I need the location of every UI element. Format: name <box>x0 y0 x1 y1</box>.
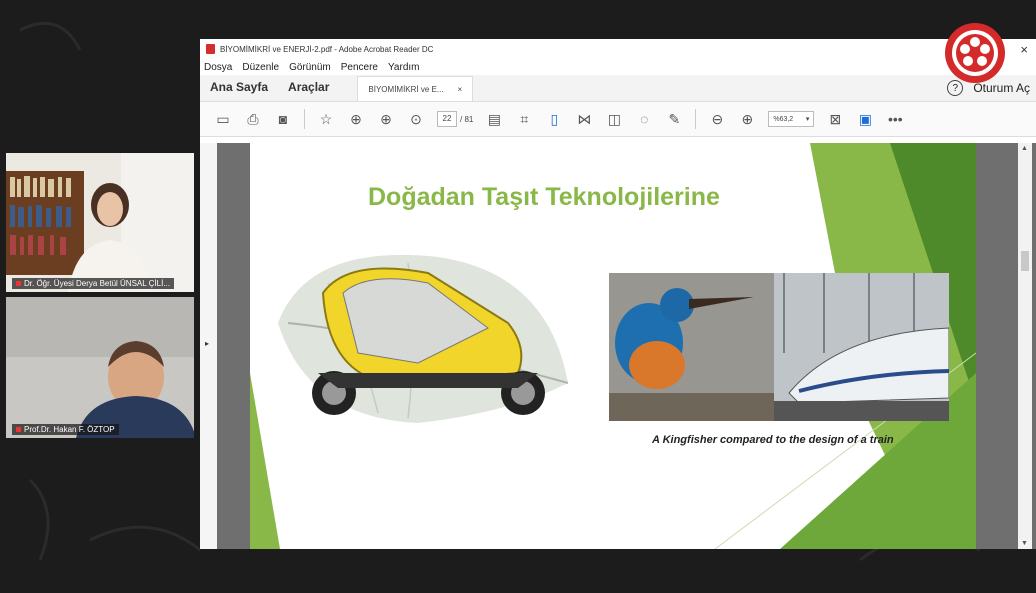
zoom-value: %63,2 <box>773 115 794 123</box>
kingfisher-train-image <box>609 273 949 421</box>
close-tab-icon[interactable]: × <box>458 85 463 94</box>
menu-item-dosya[interactable]: Dosya <box>204 62 232 73</box>
participant-video <box>6 153 194 292</box>
tab-tools[interactable]: Araçlar <box>278 80 339 101</box>
leaf-vehicle-image <box>278 254 569 423</box>
zoom-out-icon[interactable]: ⊖ <box>708 110 726 128</box>
document-area: ▸ Doğadan Taşıt Teknolojilerine A Kingfi… <box>200 143 1036 549</box>
pen-icon[interactable]: ✎ <box>665 110 683 128</box>
tab-document[interactable]: BİYOMİMİKRİ ve E... × <box>357 76 474 101</box>
spread-icon[interactable]: ◫ <box>605 110 623 128</box>
menu-item-duzenle[interactable]: Düzenle <box>242 62 279 73</box>
chevron-down-icon: ▾ <box>805 116 810 123</box>
toolbar: ▭ ⎙ ◙ ☆ ⊕ ⊕ ⊙ 22 / 81 ▤ ⌗ ▯ ⋈ ◫ ◌ ✎ ⊖ ⊕ … <box>200 102 1036 137</box>
page-blue-icon[interactable]: ▯ <box>545 110 563 128</box>
page-number-input[interactable]: 22 <box>437 111 457 127</box>
slide-title: Doğadan Taşıt Teknolojilerine <box>368 183 720 211</box>
acrobat-window: BİYOMİMİKRİ ve ENERJİ-2.pdf - Adobe Acro… <box>200 39 1036 549</box>
participant-name-label: Prof.Dr. Hakan F. ÖZTOP <box>12 424 119 435</box>
window-title: BİYOMİMİKRİ ve ENERJİ-2.pdf - Adobe Acro… <box>220 44 434 54</box>
menu-item-yardim[interactable]: Yardım <box>388 62 420 73</box>
pdf-icon <box>206 44 215 54</box>
participant-video <box>6 297 194 438</box>
menu-item-pencere[interactable]: Pencere <box>341 62 378 73</box>
left-panel-toggle[interactable]: ▸ <box>200 143 217 549</box>
zoom-select[interactable]: %63,2 ▾ <box>768 111 815 127</box>
slide-page: Doğadan Taşıt Teknolojilerine A Kingfish… <box>250 143 976 549</box>
crop-icon[interactable]: ⌗ <box>515 110 533 128</box>
scroll-up-icon[interactable]: ▲ <box>1021 145 1028 152</box>
toolbar-divider <box>304 109 305 129</box>
video-tile-participant-2[interactable]: Prof.Dr. Hakan F. ÖZTOP <box>6 297 194 438</box>
menu-item-gorunum[interactable]: Görünüm <box>289 62 331 73</box>
toolbar-divider <box>695 109 697 129</box>
zoom-in-icon[interactable]: ⊕ <box>738 110 756 128</box>
page-total: / 81 <box>460 114 474 124</box>
image-caption: A Kingfisher compared to the design of a… <box>652 434 894 446</box>
video-tile-participant-1[interactable]: Dr. Öğr. Üyesi Derya Betül ÜNSAL ÇİLİ... <box>6 153 194 292</box>
window-close-icon[interactable]: × <box>1020 42 1028 57</box>
document-tab-label: BİYOMİMİKRİ ve E... <box>368 84 444 94</box>
create-icon[interactable]: ▭ <box>214 110 232 128</box>
tab-home[interactable]: Ana Sayfa <box>200 80 278 101</box>
more-icon[interactable]: ••• <box>886 110 904 128</box>
comment-icon[interactable]: ◌ <box>635 110 653 128</box>
menu-bar: Dosya Düzenle Görünüm Pencere Yardım <box>200 59 1036 75</box>
fit-page-icon[interactable]: ⊠ <box>826 110 844 128</box>
cursor-icon[interactable]: ⊙ <box>407 110 425 128</box>
tab-bar: Ana Sayfa Araçlar BİYOMİMİKRİ ve E... × … <box>200 75 1036 102</box>
screenshot-icon[interactable]: ◙ <box>274 110 292 128</box>
share-icon[interactable]: ▣ <box>856 110 874 128</box>
expand-panel-icon: ▸ <box>205 339 210 348</box>
next-page-icon[interactable]: ⊕ <box>377 110 395 128</box>
print-icon[interactable]: ⎙ <box>244 110 262 128</box>
page-navigator: 22 / 81 <box>437 111 473 127</box>
compress-icon[interactable]: ⋈ <box>575 110 593 128</box>
scroll-down-icon[interactable]: ▼ <box>1021 540 1028 547</box>
university-seal-logo <box>945 23 1005 83</box>
document-icon[interactable]: ▤ <box>485 110 503 128</box>
star-icon[interactable]: ☆ <box>317 110 335 128</box>
scroll-thumb[interactable] <box>1021 251 1029 271</box>
participant-name-label: Dr. Öğr. Üyesi Derya Betül ÜNSAL ÇİLİ... <box>12 278 174 289</box>
prev-page-icon[interactable]: ⊕ <box>347 110 365 128</box>
vertical-scrollbar[interactable]: ▲ ▼ <box>1018 143 1032 549</box>
title-bar: BİYOMİMİKRİ ve ENERJİ-2.pdf - Adobe Acro… <box>200 39 1036 59</box>
